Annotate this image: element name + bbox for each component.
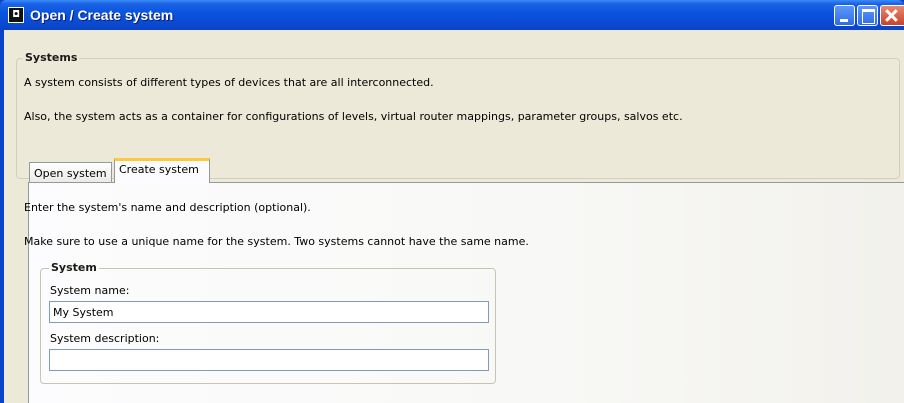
system-name-label: System name:	[50, 284, 130, 297]
system-legend: System	[49, 261, 99, 274]
create-instructions-line1: Enter the system's name and description …	[24, 201, 311, 214]
system-description-label: System description:	[50, 332, 160, 345]
client-area: Systems A system consists of different t…	[4, 30, 904, 403]
window-title: Open / Create system	[30, 7, 174, 23]
systems-legend: Systems	[23, 51, 80, 64]
window: ◘ Open / Create system Systems A system …	[0, 0, 904, 403]
minimize-icon[interactable]	[834, 5, 855, 26]
systems-description-line2: Also, the system acts as a container for…	[24, 110, 683, 123]
maximize-icon[interactable]	[857, 5, 878, 26]
tab-create-system[interactable]: Create system	[114, 158, 210, 183]
close-icon[interactable]	[880, 5, 904, 26]
system-name-input[interactable]	[49, 301, 489, 323]
app-icon[interactable]: ◘	[8, 7, 24, 23]
system-description-input[interactable]	[49, 349, 489, 371]
title-bar[interactable]: ◘ Open / Create system	[0, 0, 904, 30]
systems-description-line1: A system consists of different types of …	[24, 76, 434, 89]
create-instructions-line2: Make sure to use a unique name for the s…	[24, 235, 529, 248]
tab-open-system[interactable]: Open system	[29, 162, 112, 182]
